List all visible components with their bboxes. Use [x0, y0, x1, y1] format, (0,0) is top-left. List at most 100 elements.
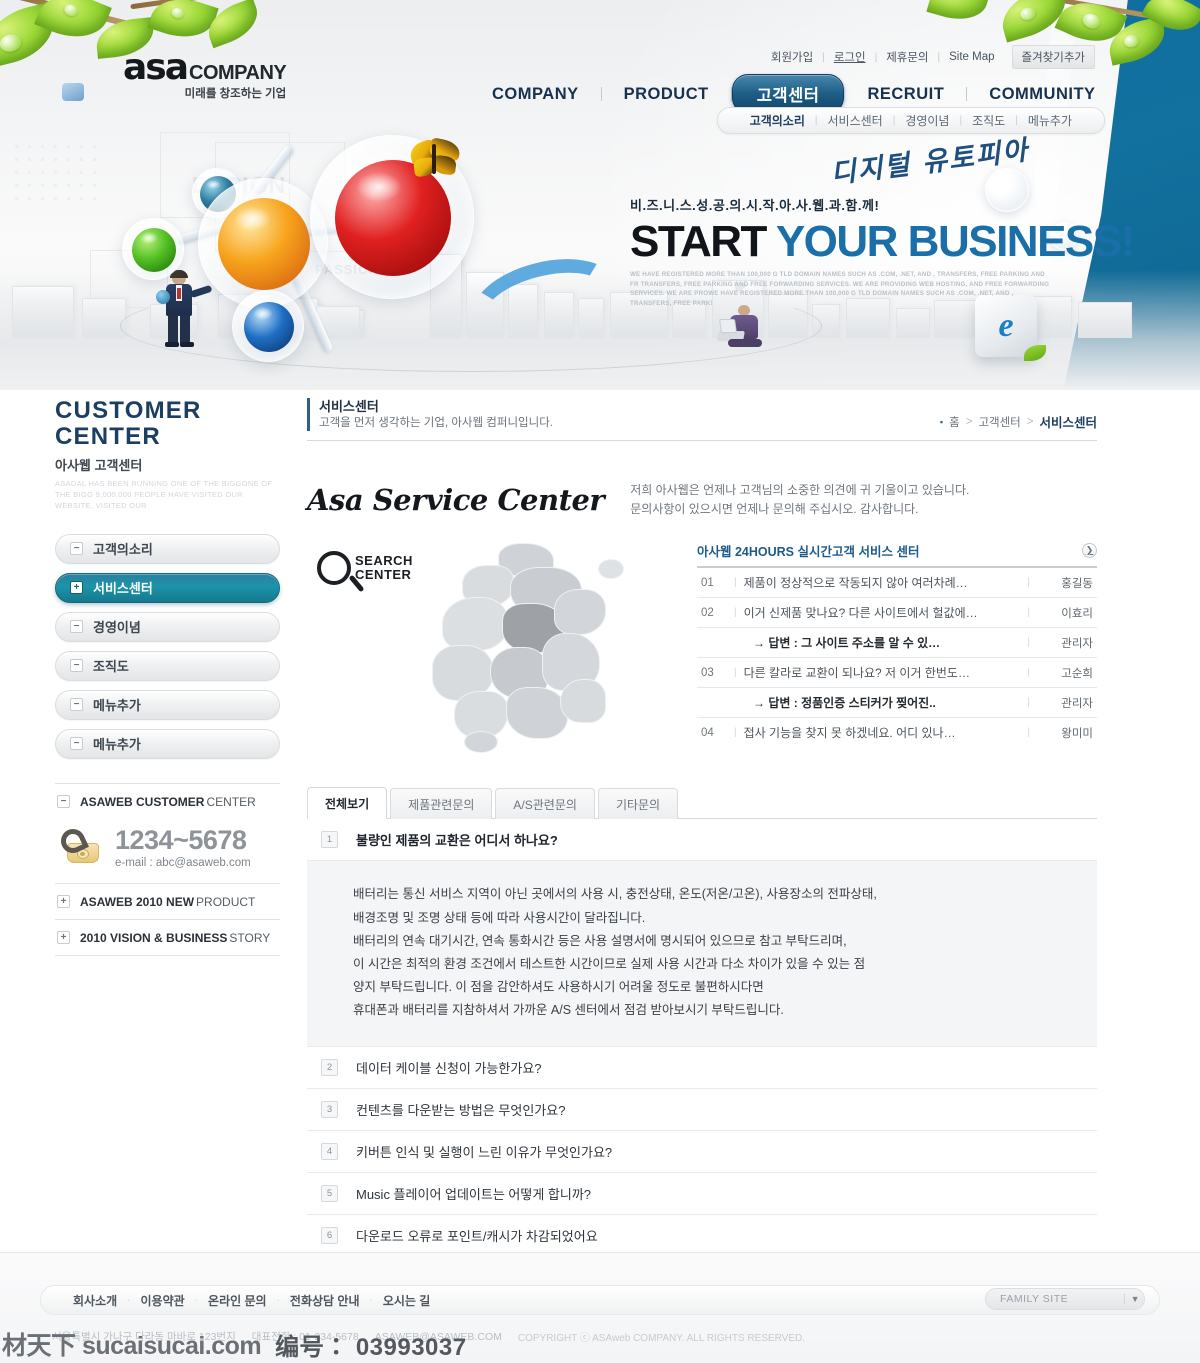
tab-all[interactable]: 전체보기 [307, 787, 388, 820]
faq-question-2[interactable]: 2 데이터 케이블 신청이 가능한가요? [307, 1047, 1097, 1090]
row-title: → 답변 : 그 사이트 주소를 알 수 있… [753, 636, 941, 651]
breadcrumb-home[interactable]: 홈 [949, 414, 960, 430]
sidebar-promo-vision-story[interactable]: + 2010 VISION & BUSINESS STORY [55, 920, 280, 955]
board-rows: 01 | 제품이 정상적으로 작동되지 않아 여러차례… | 홍길동 02 | … [697, 568, 1097, 747]
breadcrumb-bullet-icon: ▪ [939, 416, 944, 427]
footer-link-directions[interactable]: 오시는 길 [373, 1292, 441, 1309]
table-row-reply[interactable]: → 답변 : 정품인증 스티커가 찢어진.. | 관리자 [697, 688, 1097, 719]
stock-watermark: 材天下 sucaisucai.com 编号： 03993037 [0, 1325, 1200, 1363]
table-row[interactable]: 03 | 다른 칼라로 교환이 되나요? 저 이거 한번도… | 고순희 [697, 658, 1097, 689]
minus-icon: − [57, 795, 70, 809]
utility-link-signup[interactable]: 회원가입 [762, 49, 822, 65]
row-number: 03 [701, 666, 714, 679]
breadcrumb-customer-center[interactable]: 고객센터 [978, 414, 1020, 430]
service-description: 저희 아사웹은 언제나 고객님의 소중한 의견에 귀 기울이고 있습니다. 문의… [630, 481, 969, 519]
utility-link-login[interactable]: 로그인 [825, 49, 875, 65]
faq-number: 1 [321, 831, 338, 849]
customer-center-phone: 1234~5678 [115, 824, 247, 855]
faq-question-text: 컨텐츠를 다운받는 방법은 무엇인가요? [356, 1103, 566, 1119]
table-row-reply[interactable]: → 답변 : 그 사이트 주소를 알 수 있… | 관리자 [697, 628, 1097, 659]
faq-question-1[interactable]: 1 불량인 제품의 교환은 어디서 하나요? [307, 819, 1097, 862]
subnav-item-org-chart[interactable]: 조직도 [962, 112, 1015, 129]
family-site-select[interactable]: FAMILY SITE ▼ [985, 1288, 1145, 1310]
row-writer: 홍길동 [1061, 577, 1093, 590]
sidebar-item-voice[interactable]: − 고객의소리 [55, 533, 280, 564]
sidebar-item-add-menu-2[interactable]: − 메뉴추가 [55, 728, 280, 759]
utility-link-sitemap[interactable]: Site Map [940, 51, 1003, 63]
subnav-item-voice[interactable]: 고객의소리 [740, 112, 815, 129]
table-row[interactable]: 02 | 이거 신제품 맞나요? 다른 사이트에서 헐값에… | 이효리 [697, 598, 1097, 629]
footer-link-about[interactable]: 회사소개 [63, 1292, 127, 1309]
tab-product[interactable]: 제품관련문의 [390, 788, 493, 820]
faq-number: 2 [321, 1059, 338, 1077]
sidebar-menu: − 고객의소리 + 서비스센터 − 경영이념 − 조직도 − 메뉴추가 − 메뉴… [55, 533, 280, 759]
dot-grid-decor [10, 140, 100, 200]
utility-nav: 회원가입 | 로그인 | 제휴문의 | Site Map 즐겨찾기추가 [762, 45, 1095, 69]
customer-center-email: e-mail : abc@asaweb.com [115, 856, 251, 869]
subnav-item-philosophy[interactable]: 경영이념 [895, 112, 959, 129]
tab-as[interactable]: A/S관련문의 [495, 788, 595, 820]
chevron-right-icon[interactable]: ❯ [1082, 543, 1097, 559]
left-sidebar: CUSTOMER CENTER 아사웹 고객센터 ASADAL HAS BEEN… [55, 397, 280, 956]
nav-item-company[interactable]: COMPANY [470, 85, 601, 104]
nav-item-community[interactable]: COMMUNITY [967, 85, 1117, 104]
table-row[interactable]: 01 | 제품이 정상적으로 작동되지 않아 여러차례… | 홍길동 [697, 568, 1097, 599]
sidebar-item-label: 메뉴추가 [93, 698, 141, 714]
faq-question-4[interactable]: 4 키버튼 인식 및 실행이 느린 이유가 무엇인가요? [307, 1131, 1097, 1174]
faq-question-text: 불량인 제품의 교환은 어디서 하나요? [356, 833, 558, 849]
board-title: 아사웹 24HOURS 실시간고객 서비스 센터 [697, 545, 920, 560]
watermark-site: 材天下 sucaisucai.com [2, 1332, 262, 1360]
row-divider: | [1027, 667, 1030, 679]
nav-item-recruit[interactable]: RECRUIT [845, 85, 966, 104]
faq-question-3[interactable]: 3 컨텐츠를 다운받는 방법은 무엇인가요? [307, 1089, 1097, 1132]
site-logo[interactable]: asa COMPANY 미래를 창조하는 기업 [62, 47, 287, 101]
faq-answer-1: 배터리는 통신 서비스 지역이 아닌 곳에서의 사용 시, 충전상태, 온도(저… [307, 861, 1097, 1048]
table-row[interactable]: 04 | 접사 기능을 찾지 못 하겠네요. 어디 있나… | 왕미미 [697, 718, 1097, 747]
sidebar-item-service-center[interactable]: + 서비스센터 [55, 572, 280, 603]
nav-item-product[interactable]: PRODUCT [602, 85, 731, 104]
family-site-label: FAMILY SITE [1000, 1293, 1069, 1305]
faq-number: 3 [321, 1101, 338, 1119]
faq-number: 4 [321, 1143, 338, 1161]
sidebar-item-add-menu-1[interactable]: − 메뉴추가 [55, 689, 280, 720]
row-writer: 관리자 [1061, 697, 1093, 710]
promo-title-bold: 2010 VISION & BUSINESS [80, 930, 228, 945]
row-divider: | [1027, 607, 1030, 619]
row-title: → 답변 : 정품인증 스티커가 찢어진.. [753, 696, 936, 711]
search-center-map: SEARCH CENTER [307, 541, 697, 756]
utility-link-partnership[interactable]: 제휴문의 [877, 49, 937, 65]
minus-icon: − [70, 737, 83, 751]
page-description: 고객을 먼저 생각하는 기업, 아사웹 컴퍼니입니다. [319, 416, 553, 429]
promo-title-light: STORY [229, 930, 271, 945]
faq-question-6[interactable]: 6 다운로드 오류로 포인트/캐시가 차감되었어요 [307, 1215, 1097, 1258]
faq-answer-line: 휴대폰과 배터리를 지참하셔서 가까운 A/S 센터에서 점검 받아보시기 부탁… [353, 1003, 784, 1018]
add-favorite-button[interactable]: 즐겨찾기추가 [1011, 45, 1095, 69]
row-divider: | [1027, 727, 1030, 739]
tab-etc[interactable]: 기타문의 [597, 788, 679, 820]
faq-question-5[interactable]: 5 Music 플레이어 업데이트는 어떻게 합니까? [307, 1173, 1097, 1216]
footer-link-online-inquiry[interactable]: 온라인 문의 [198, 1292, 277, 1309]
footer-link-phone-consult[interactable]: 전화상담 안내 [280, 1292, 370, 1309]
sidebar-promo-new-product[interactable]: + ASAWEB 2010 NEW PRODUCT [55, 884, 280, 919]
hero-fineprint: WE HAVE REGISTERED MORE THAN 100,000 G T… [630, 271, 1050, 307]
row-writer: 왕미미 [1061, 727, 1093, 740]
customer-center-header: − ASAWEB CUSTOMER CENTER [55, 784, 280, 819]
sidebar-item-org-chart[interactable]: − 조직도 [55, 650, 280, 681]
subnav-item-service-center[interactable]: 서비스센터 [818, 112, 893, 129]
row-divider: | [734, 607, 737, 619]
korea-map-graphic [402, 541, 692, 756]
customer-center-phone-row: 1234~5678 e-mail : abc@asaweb.com [55, 819, 280, 883]
row-writer: 고순희 [1061, 667, 1093, 680]
sidebar-item-philosophy[interactable]: − 경영이념 [55, 611, 280, 642]
minus-icon: − [70, 659, 83, 673]
row-writer: 관리자 [1061, 637, 1093, 650]
page-title: 서비스센터 [319, 399, 379, 414]
service-description-line1: 저희 아사웹은 언제나 고객님의 소중한 의견에 귀 기울이고 있습니다. [630, 483, 970, 498]
subnav-item-add-menu[interactable]: 메뉴추가 [1018, 112, 1082, 129]
row-number: 02 [701, 606, 714, 619]
hero-headline: START YOUR BUSINESS! [630, 217, 1135, 266]
footer-link-terms[interactable]: 이용약관 [131, 1292, 195, 1309]
hero-headline-part1: START [630, 217, 776, 266]
logo-asa-text: asa [123, 47, 189, 88]
minus-icon: − [70, 620, 83, 634]
